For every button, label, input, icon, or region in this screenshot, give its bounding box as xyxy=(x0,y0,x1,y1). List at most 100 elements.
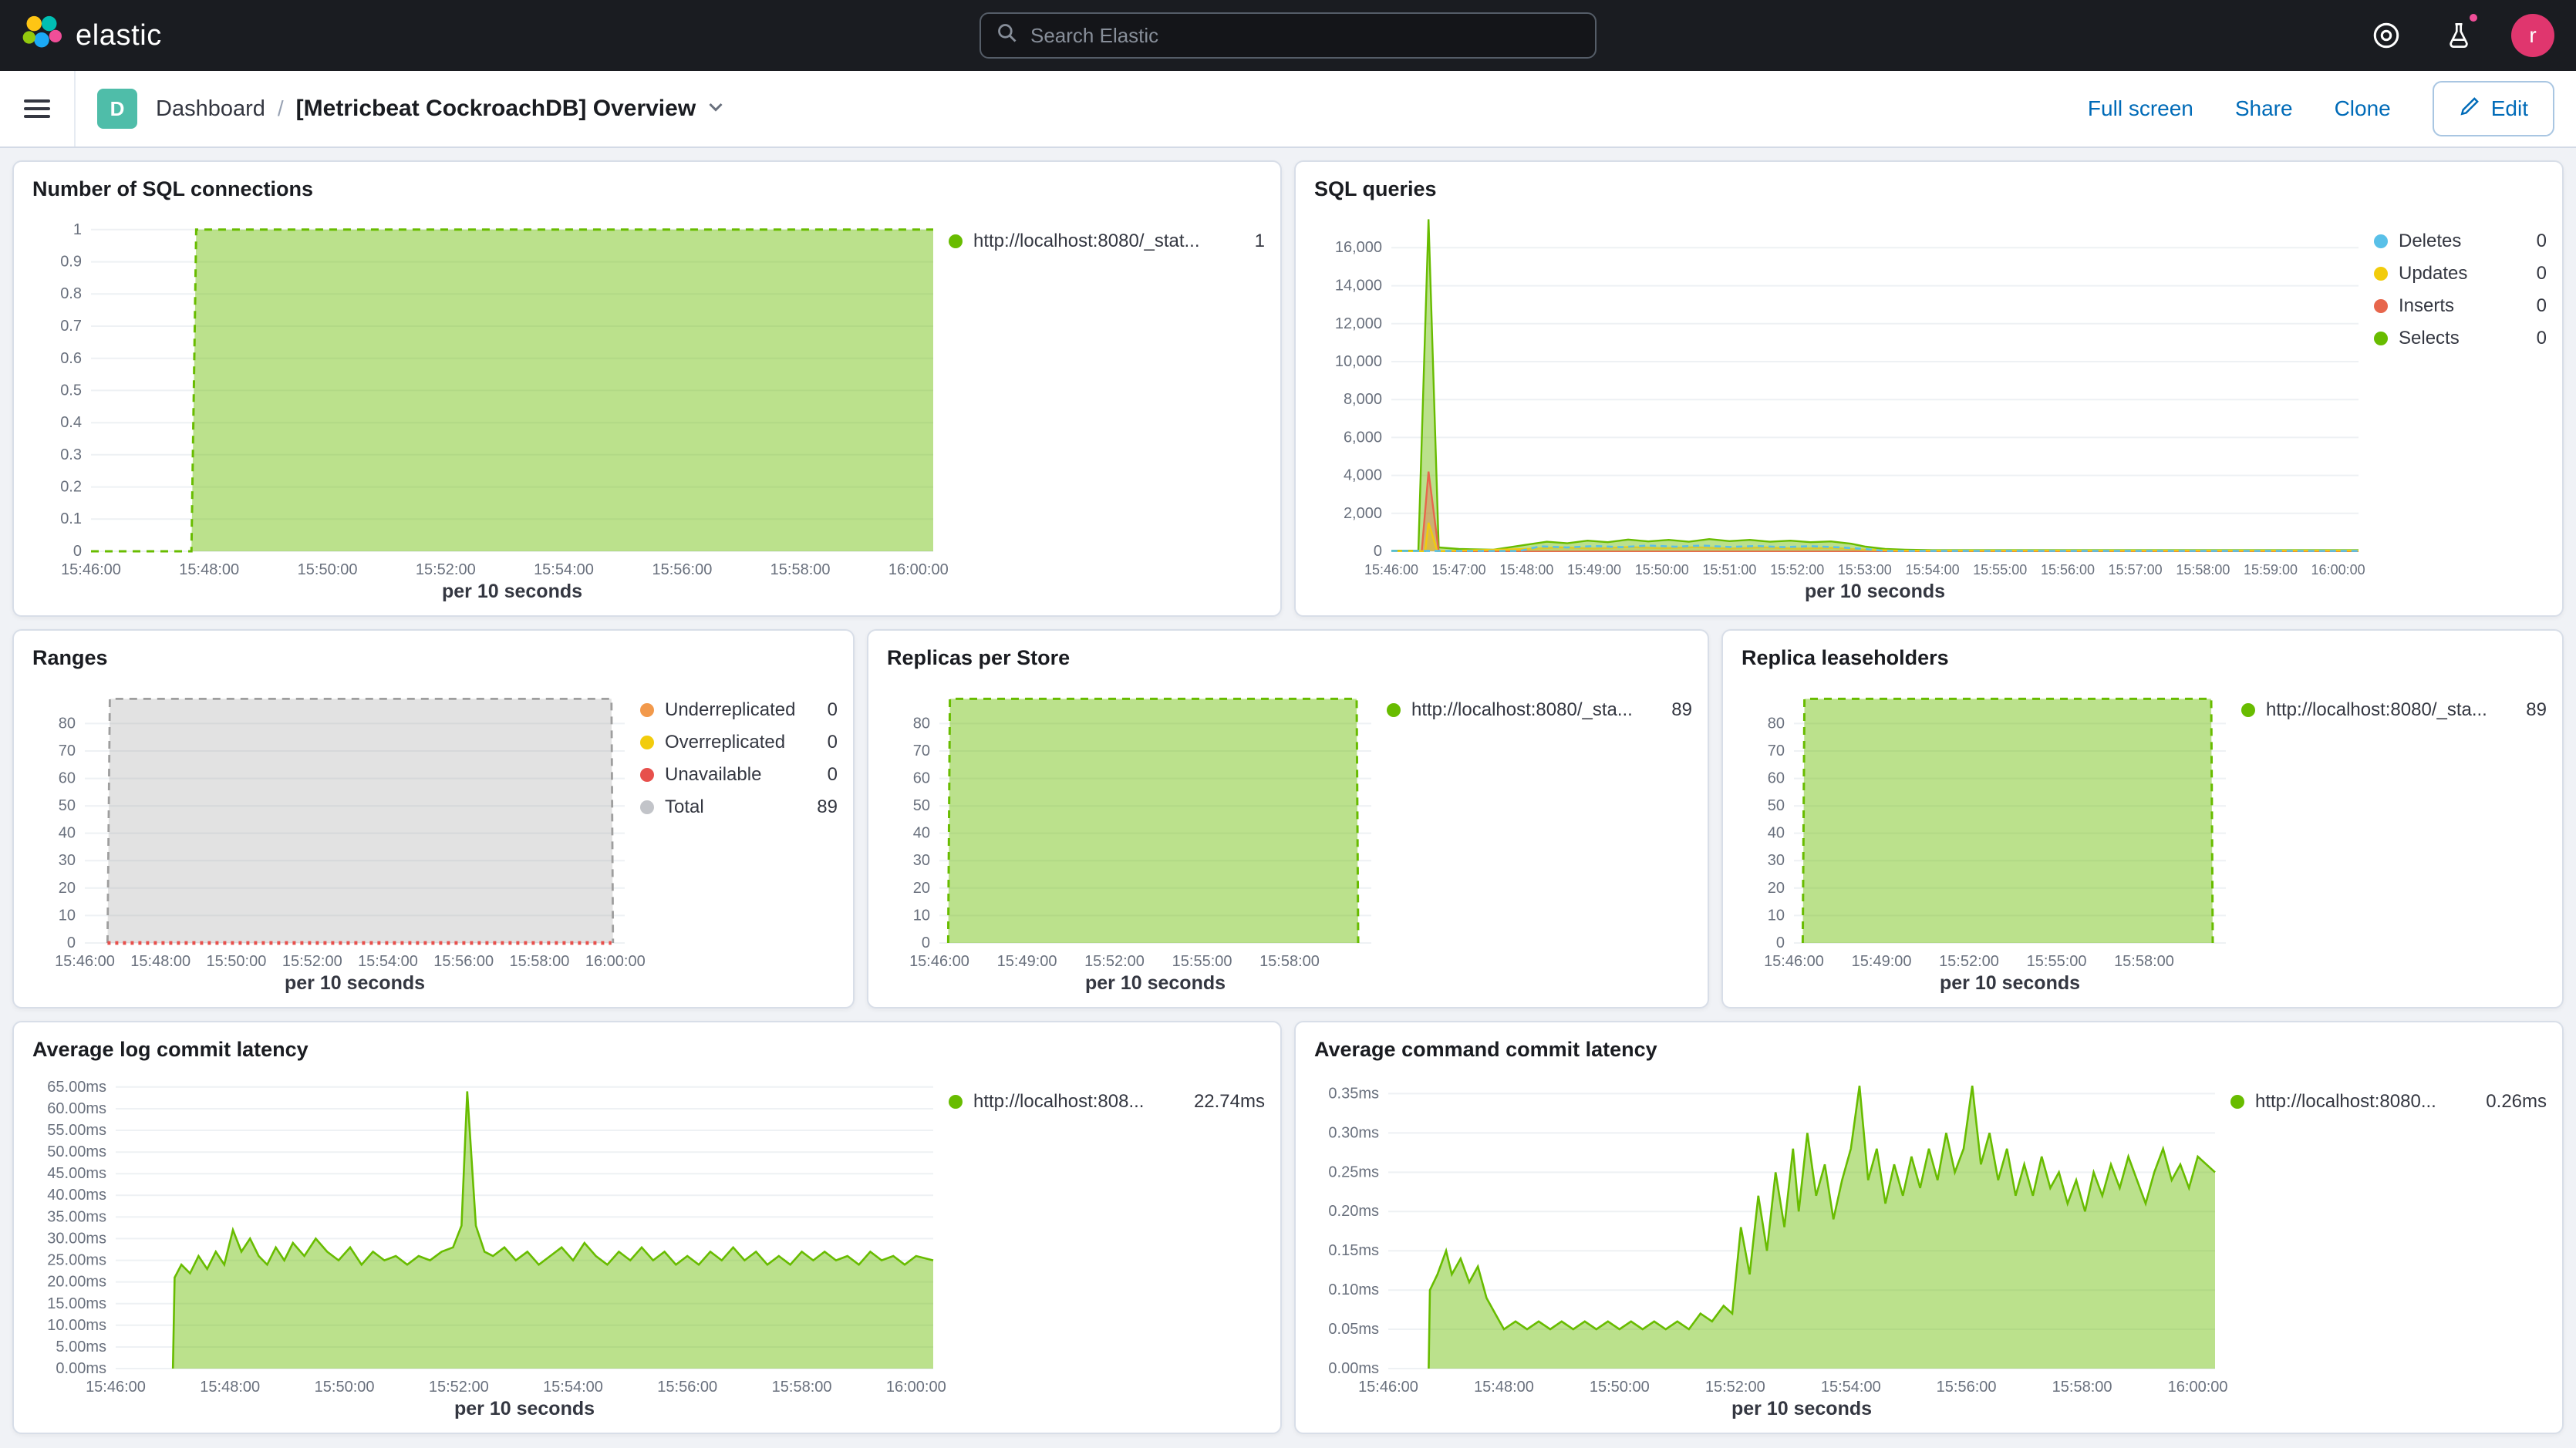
svg-text:15:52:00: 15:52:00 xyxy=(1770,562,1824,578)
legend-label: Overreplicated xyxy=(665,732,815,753)
page-title-text: [Metricbeat CockroachDB] Overview xyxy=(296,96,696,122)
avatar[interactable]: r xyxy=(2511,14,2554,57)
svg-text:10: 10 xyxy=(59,907,76,924)
legend-item[interactable]: Unavailable 0 xyxy=(640,764,838,786)
series-color-dot xyxy=(2374,332,2388,345)
svg-text:16:00:00: 16:00:00 xyxy=(585,953,646,970)
svg-text:0.10ms: 0.10ms xyxy=(1328,1281,1379,1298)
svg-text:20: 20 xyxy=(913,880,930,897)
legend-item[interactable]: Deletes 0 xyxy=(2374,231,2547,252)
replica-leaseholders-chart[interactable]: 0102030405060708015:46:0015:49:0015:52:0… xyxy=(1738,670,2241,995)
legend-value: 89 xyxy=(2526,699,2547,721)
svg-text:0: 0 xyxy=(1374,543,1382,560)
svg-text:15:49:00: 15:49:00 xyxy=(997,953,1057,970)
command-commit-latency-chart[interactable]: 0.00ms0.05ms0.10ms0.15ms0.20ms0.25ms0.30… xyxy=(1311,1062,2230,1420)
panel-replica-leaseholders: Replica leaseholders 0102030405060708015… xyxy=(1721,629,2564,1009)
svg-text:50: 50 xyxy=(913,797,930,814)
svg-text:30: 30 xyxy=(1768,852,1785,869)
legend-item[interactable]: http://localhost:808... 22.74ms xyxy=(949,1091,1265,1113)
legend-item[interactable]: Updates 0 xyxy=(2374,263,2547,285)
svg-text:15:52:00: 15:52:00 xyxy=(1939,953,1999,970)
legend-value: 0 xyxy=(828,699,838,721)
ranges-chart[interactable]: 0102030405060708015:46:0015:48:0015:50:0… xyxy=(29,670,640,995)
breadcrumb-dashboard-link[interactable]: Dashboard xyxy=(156,96,265,122)
svg-text:15:54:00: 15:54:00 xyxy=(534,561,594,578)
panel-title[interactable]: SQL queries xyxy=(1314,177,2547,201)
svg-text:15:48:00: 15:48:00 xyxy=(200,1379,260,1396)
svg-text:15:56:00: 15:56:00 xyxy=(433,953,494,970)
svg-text:15:54:00: 15:54:00 xyxy=(1821,1379,1881,1396)
svg-text:0: 0 xyxy=(1776,934,1785,951)
svg-text:40.00ms: 40.00ms xyxy=(47,1187,106,1204)
svg-text:0.1: 0.1 xyxy=(60,510,82,527)
svg-text:10: 10 xyxy=(1768,907,1785,924)
replicas-per-store-chart[interactable]: 0102030405060708015:46:0015:49:0015:52:0… xyxy=(884,670,1387,995)
panel-title[interactable]: Ranges xyxy=(32,646,838,670)
legend-value: 0 xyxy=(2537,231,2547,252)
page-title[interactable]: [Metricbeat CockroachDB] Overview xyxy=(296,96,726,122)
svg-text:15:50:00: 15:50:00 xyxy=(1590,1379,1650,1396)
svg-text:1: 1 xyxy=(73,221,82,238)
legend-value: 0 xyxy=(2537,328,2547,349)
svg-text:15:57:00: 15:57:00 xyxy=(2109,562,2163,578)
legend-label: http://localhost:8080... xyxy=(2255,1091,2473,1113)
legend: Underreplicated 0 Overreplicated 0 Unava… xyxy=(640,670,838,995)
panel-title[interactable]: Replicas per Store xyxy=(887,646,1692,670)
series-color-dot xyxy=(640,736,654,749)
svg-text:15:46:00: 15:46:00 xyxy=(1764,953,1824,970)
svg-text:30.00ms: 30.00ms xyxy=(47,1230,106,1247)
legend-item[interactable]: Inserts 0 xyxy=(2374,295,2547,317)
clone-button[interactable]: Clone xyxy=(2335,96,2391,121)
svg-text:per 10 seconds: per 10 seconds xyxy=(454,1398,595,1419)
svg-text:20.00ms: 20.00ms xyxy=(47,1274,106,1291)
svg-text:35.00ms: 35.00ms xyxy=(47,1208,106,1225)
legend-item[interactable]: http://localhost:8080/_sta... 89 xyxy=(1387,699,1692,721)
panel-title[interactable]: Average command commit latency xyxy=(1314,1038,2547,1062)
panel-title[interactable]: Average log commit latency xyxy=(32,1038,1265,1062)
panel-title[interactable]: Replica leaseholders xyxy=(1741,646,2547,670)
svg-text:0.2: 0.2 xyxy=(60,479,82,496)
legend: http://localhost:8080... 0.26ms xyxy=(2230,1062,2547,1420)
panel-number-of-sql-connections: Number of SQL connections 00.10.20.30.40… xyxy=(12,160,1282,617)
legend-item[interactable]: http://localhost:8080... 0.26ms xyxy=(2230,1091,2547,1113)
newsfeed-icon[interactable] xyxy=(2439,15,2479,56)
legend-item[interactable]: Selects 0 xyxy=(2374,328,2547,349)
share-button[interactable]: Share xyxy=(2235,96,2293,121)
legend-label: Selects xyxy=(2399,328,2524,349)
search-input[interactable] xyxy=(1030,24,1580,48)
global-search[interactable] xyxy=(979,12,1597,59)
sql-queries-chart[interactable]: 02,0004,0006,0008,00010,00012,00014,0001… xyxy=(1311,201,2374,603)
legend-value: 0 xyxy=(2537,263,2547,285)
legend-item[interactable]: http://localhost:8080/_sta... 89 xyxy=(2241,699,2547,721)
svg-text:15:52:00: 15:52:00 xyxy=(282,953,342,970)
menu-icon[interactable] xyxy=(0,71,76,146)
edit-button[interactable]: Edit xyxy=(2433,81,2554,136)
legend-item[interactable]: Overreplicated 0 xyxy=(640,732,838,753)
svg-text:16,000: 16,000 xyxy=(1335,239,1382,256)
svg-text:12,000: 12,000 xyxy=(1335,315,1382,332)
legend-item[interactable]: Total 89 xyxy=(640,796,838,818)
svg-text:15:54:00: 15:54:00 xyxy=(1906,562,1960,578)
sql-connections-chart[interactable]: 00.10.20.30.40.50.60.70.80.9115:46:0015:… xyxy=(29,201,949,603)
svg-text:40: 40 xyxy=(913,825,930,842)
svg-text:15:55:00: 15:55:00 xyxy=(2027,953,2087,970)
legend: http://localhost:8080/_stat... 1 xyxy=(949,201,1265,603)
series-color-dot xyxy=(2374,234,2388,248)
help-icon[interactable] xyxy=(2366,15,2406,56)
full-screen-button[interactable]: Full screen xyxy=(2088,96,2193,121)
svg-text:60.00ms: 60.00ms xyxy=(47,1100,106,1117)
svg-text:0.35ms: 0.35ms xyxy=(1328,1085,1379,1102)
svg-text:15:46:00: 15:46:00 xyxy=(909,953,969,970)
svg-text:15:49:00: 15:49:00 xyxy=(1567,562,1621,578)
svg-text:15:55:00: 15:55:00 xyxy=(1973,562,2027,578)
top-header: elastic r xyxy=(0,0,2576,71)
panel-title[interactable]: Number of SQL connections xyxy=(32,177,1265,201)
legend-item[interactable]: http://localhost:8080/_stat... 1 xyxy=(949,231,1265,252)
svg-text:55.00ms: 55.00ms xyxy=(47,1122,106,1139)
log-commit-latency-chart[interactable]: 0.00ms5.00ms10.00ms15.00ms20.00ms25.00ms… xyxy=(29,1062,949,1420)
svg-text:per 10 seconds: per 10 seconds xyxy=(285,972,425,994)
svg-text:15:56:00: 15:56:00 xyxy=(2041,562,2095,578)
svg-text:15:54:00: 15:54:00 xyxy=(358,953,418,970)
legend-item[interactable]: Underreplicated 0 xyxy=(640,699,838,721)
elastic-logo[interactable]: elastic xyxy=(22,12,162,59)
